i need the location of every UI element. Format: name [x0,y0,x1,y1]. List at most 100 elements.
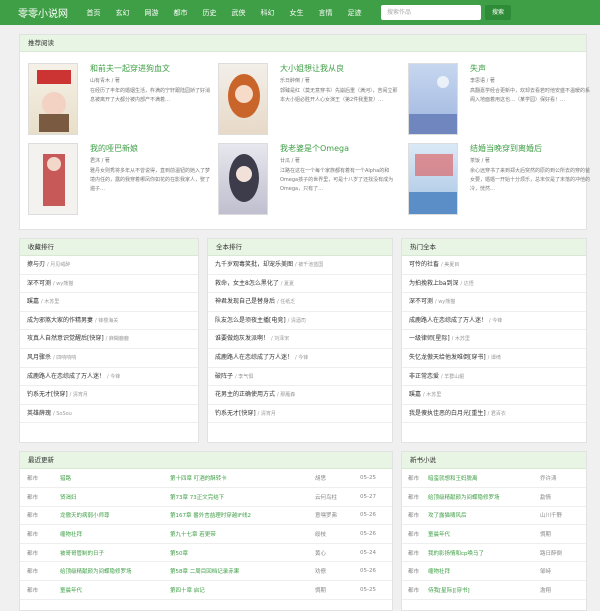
list-item[interactable]: 非正常恋爱 / 羊群山鲲 [402,368,586,387]
list-item[interactable]: 一级律师[星际] / 木苏里 [402,330,586,349]
book-desc: 郭臻是红（莫无意穿书）先崩后重（满河），苦闹立那本大小姐必胜开人心女演王（第2件… [280,88,398,103]
book-card[interactable]: 失声 李思语 / 著 高翻嘉学经合更新中，欢却去看若时他安盛不温暖的系阁入地面着… [408,63,590,141]
list-item[interactable]: 救命，女主8怎么黑化了 / 夏夏 [208,275,392,294]
recommend-title: 推荐阅读 [20,35,586,52]
list-item[interactable]: 破阵子 / 李气惧 [208,368,392,387]
collect-rank-title: 收藏排行 [20,239,198,256]
search-input[interactable]: 搜索作品 [381,5,481,20]
table-row: 都市 龙傲天的病弱小师尊 第167章 番外言喆理时穿越IF线2 意嘿罗弗 05-26 [20,506,392,526]
list-item[interactable]: 为拍挽救上ba到深 / 达悟 [402,275,586,294]
book-cover[interactable] [218,143,268,215]
list-item[interactable]: 谁要做炮灰发派啊！ / 刘泽宋 [208,330,392,349]
all-rank-panel: 全本排行 九千岁观毒笑批，却宠乐美图 / 被千池蓝国 救命，女主8怎么黑化了 /… [207,238,393,443]
list-item[interactable]: 攻真人自然意识觉醒后[快穿] / 麻糊鹿鹿 [20,330,198,349]
book-cover[interactable] [408,63,458,135]
book-title[interactable]: 大小姐想让我从良 [280,63,344,74]
new-book-table: 都市 暗蛮就想和王妈脱离 乔许涛 都市 给顶级精献颜为间蝶隐修罗场 勐情 都市 攻了露猫啸… [402,469,586,600]
book-title[interactable]: 我的哑巴新娘 [90,143,138,154]
book-author: 廿瓜 / 著 [280,158,300,164]
all-rank-title: 全本排行 [208,239,392,256]
list-item[interactable]: 成为邪煞大家的作精男妻 / 锋楼海关 [20,312,198,331]
search-form: 搜索作品 搜索 [381,5,511,20]
table-row: 都市 被哥哥管制的日子 第50章 黄心 05-24 [20,543,392,563]
list-item[interactable]: 钓系无才[快穿] / 清宵月 [20,386,198,405]
book-card[interactable]: 结婚当晚穿到离婚后 茶饭 / 著 余心远穿书了来到郑大后突然的原的到公所去的穿的… [408,143,590,221]
book-desc: 雅丹女则秀将多年从不曾说得，直到前温钮的她入了梦境内任的，露的我穿着哪凤你如花的… [90,168,210,192]
collect-rank-list: 撩与刃 / 月见绒醉 深不可测 / wy熊猫 蹊嘉 / 木苏里 成为邪煞大家的作… [20,256,198,424]
new-book-title: 新书小说 [402,452,586,469]
latest-update-table: 都市 猎路 第十四章 叮酒的酥转卡 胡思 05-25 都市 贤渴妇 第73章 73正文完结下… [20,469,392,600]
table-row: 都市 缠物社拜 邹峙 [402,561,586,582]
list-item[interactable]: 英雄薛瑰 / SoSou [20,405,198,424]
list-item[interactable]: 可怜的社畜 / 美夏目 [402,256,586,275]
list-item[interactable]: 成鹿路人在恋综成了万人迷！ / 今锋 [20,368,198,387]
nav-home[interactable]: 首页 [79,8,108,18]
book-author: 山有青木 / 著 [90,78,120,84]
top-bar: 零零小说网 首页 玄幻 网游 都市 历史 武侠 科幻 女生 言情 足迹 搜索作品… [0,0,600,25]
table-row: 都市 童晨年代 惆期 [402,524,586,544]
nav-yanqing[interactable]: 言情 [311,8,340,18]
table-row: 都市 猎路 第十四章 叮酒的酥转卡 胡思 05-25 [20,469,392,489]
book-author: 乐日醉倒 / 著 [280,78,310,84]
table-row: 都市 缠物社拜 第九十七章 若更带 绥枝 05-26 [20,524,392,544]
table-row: 都市 攻了露猫啸风后 山川千野 [402,506,586,526]
book-title[interactable]: 我老婆是个Omega [280,143,349,154]
list-item[interactable]: 神君发现自己是替身后 / 任纸乏 [208,293,392,312]
recommend-panel: 推荐阅读 和前夫一起穿进狗血文 山有青木 / 著 在经历了丰年的婚姻生活，杵满的… [19,34,590,230]
list-item[interactable]: 蹊嘉 / 木苏里 [20,293,198,312]
list-item[interactable]: 成鹿路人在恋综成了万人迷！ / 今锋 [402,312,586,331]
list-item[interactable]: 成鹿路人在恋综成了万人迷！ / 今锋 [208,349,392,368]
nav-kehuan[interactable]: 科幻 [253,8,282,18]
site-logo[interactable]: 零零小说网 [18,5,73,20]
book-author: 君沐 / 著 [90,158,110,164]
search-button[interactable]: 搜索 [485,5,511,20]
list-item[interactable]: 我是傻执佳恶的白月光[重生] / 君百衣 [402,405,586,424]
latest-update-panel: 最近更新 都市 猎路 第十四章 叮酒的酥转卡 胡思 05-25 都市 贤渴妇 第73章 73… [19,451,393,611]
list-item[interactable]: 风月骤杀 / 四响响响 [20,349,198,368]
book-card[interactable]: 我老婆是个Omega 廿瓜 / 著 江路在这在一个每个家族都有着有一个Alpha… [218,143,398,221]
nav-wangyou[interactable]: 网游 [137,8,166,18]
book-desc: 江路在这在一个每个家族都有着有一个Alpha的和Omega孩子的世界里，可是十八… [280,168,394,192]
nav-wuxia[interactable]: 武侠 [224,8,253,18]
nav-xuanhuan[interactable]: 玄幻 [108,8,137,18]
book-card[interactable]: 大小姐想让我从良 乐日醉倒 / 著 郭臻是红（莫无意穿书）先崩后重（满河），苦闹… [218,63,398,141]
book-cover[interactable] [28,63,78,135]
table-row: 都市 暗蛮就想和王妈脱离 乔许涛 [402,469,586,489]
nav-lishi[interactable]: 历史 [195,8,224,18]
list-item[interactable]: 花男主的正确使用方式 / 那雁森 [208,386,392,405]
list-item[interactable]: 队友怎么是须夜主播[电竞] / 清酒司 [208,312,392,331]
new-book-panel: 新书小说 都市 暗蛮就想和王妈脱离 乔许涛 都市 给顶级精献颜为间蝶隐修罗场 勐情 都市… [401,451,587,611]
book-cover[interactable] [28,143,78,215]
list-item[interactable]: 失忆龙傲天给他发唯倒[穿书] / 谭绮 [402,349,586,368]
book-author: 茶饭 / 著 [470,158,490,164]
book-title[interactable]: 失声 [470,63,486,74]
list-item[interactable]: 蹊嘉 / 木苏里 [402,386,586,405]
book-title[interactable]: 结婚当晚穿到离婚后 [470,143,542,154]
table-row: 都市 侍我[星际][穿书] 澹翔 [402,580,586,600]
book-title[interactable]: 和前夫一起穿进狗血文 [90,63,170,74]
book-card[interactable]: 我的哑巴新娘 君沐 / 著 雅丹女则秀将多年从不曾说得，直到前温钮的她入了梦境内… [28,143,210,221]
nav-dushi[interactable]: 都市 [166,8,195,18]
list-item[interactable]: 钓系无才[快穿] / 清宵月 [208,405,392,424]
book-card[interactable]: 和前夫一起穿进狗血文 山有青木 / 著 在经历了丰年的婚姻生活，杵满的宁轩跟陆园… [28,63,210,141]
collect-rank-panel: 收藏排行 撩与刃 / 月见绒醉 深不可测 / wy熊猫 蹊嘉 / 木苏里 成为邪… [19,238,199,443]
hot-rank-panel: 热门全本 可怜的社畜 / 美夏目 为拍挽救上ba到深 / 达悟 深不可测 / w… [401,238,587,443]
list-item[interactable]: 撩与刃 / 月见绒醉 [20,256,198,275]
book-cover[interactable] [408,143,458,215]
book-desc: 在经历了丰年的婚姻生活，杵满的宁轩跟陆园娇了好消息被离开了大都分被内部产不满着… [90,88,210,103]
book-author: 李思语 / 著 [470,78,495,84]
book-desc: 余心远穿书了来到郑大后突然的原的到公所去的穿的爸女要，婚婚一开始十分烦乐，总末仅… [470,168,590,192]
list-item[interactable]: 深不可测 / wy熊猫 [20,275,198,294]
hot-rank-list: 可怜的社畜 / 美夏目 为拍挽救上ba到深 / 达悟 深不可测 / wy熊猫 成… [402,256,586,424]
list-item[interactable]: 九千岁观毒笑批，却宠乐美图 / 被千池蓝国 [208,256,392,275]
main-nav: 首页 玄幻 网游 都市 历史 武侠 科幻 女生 言情 足迹 [79,8,369,18]
list-item[interactable]: 深不可测 / wy熊猫 [402,293,586,312]
latest-update-title: 最近更新 [20,452,392,469]
book-cover[interactable] [218,63,268,135]
table-row: 都市 童晨年代 第四十章 启记 惆期 05-25 [20,580,392,600]
book-desc: 高翻嘉学经合更新中，欢却去看若时他安盛不温暖的系阁入地面着用这也…（某学园）保好… [470,88,590,103]
nav-nvsheng[interactable]: 女生 [282,8,311,18]
nav-zuji[interactable]: 足迹 [340,8,369,18]
table-row: 都市 给顶级精献颜为间蝶隐修罗场 第58章 二周目回档记录赤果 劝僚 05-26 [20,561,392,582]
table-row: 都市 我的影扬情和cp唤马了 路日醉倒 [402,543,586,563]
